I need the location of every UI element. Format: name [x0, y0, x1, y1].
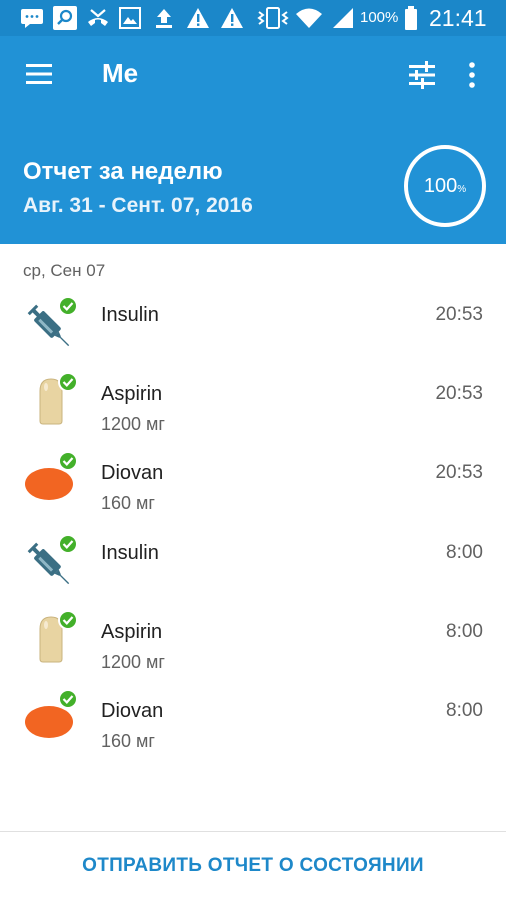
medication-dose: 160 мг [101, 493, 155, 513]
dose-time: 20:53 [435, 304, 483, 325]
medication-row[interactable]: Aspirin 1200 мг 8:00 [0, 610, 506, 691]
taken-check-icon [58, 372, 78, 392]
send-status-report-button[interactable]: ОТПРАВИТЬ ОТЧЕТ О СОСТОЯНИИ [0, 832, 506, 900]
page-title: Me [102, 58, 139, 88]
syringe-icon [22, 296, 80, 355]
syringe-icon [22, 534, 80, 593]
capsule-icon [22, 610, 80, 669]
medication-name: Insulin [101, 542, 159, 564]
medication-name: Aspirin [101, 383, 163, 405]
taken-check-icon [58, 610, 78, 630]
medication-dose: 1200 мг [101, 652, 165, 672]
menu-icon[interactable] [24, 62, 54, 86]
vibrate-icon [256, 5, 290, 31]
adherence-ring: 100% [404, 145, 486, 227]
medication-name: Diovan [101, 700, 164, 722]
taken-check-icon [58, 451, 78, 471]
date-header: ср, Сен 07 [23, 261, 106, 280]
warning-icon [186, 5, 210, 31]
filter-icon[interactable] [407, 60, 437, 90]
adherence-percent-unit: % [457, 183, 467, 195]
medication-dose: 1200 мг [101, 414, 165, 434]
missed-call-icon [86, 5, 110, 31]
wifi-icon [295, 5, 323, 31]
dose-time: 8:00 [446, 700, 483, 721]
adherence-percent: 100 [423, 174, 458, 197]
pill-icon [22, 689, 80, 748]
taken-check-icon [58, 296, 78, 316]
taken-check-icon [58, 534, 78, 554]
dose-time: 8:00 [446, 542, 483, 563]
status-bar: 100% 21:41 [0, 0, 506, 36]
clock: 21:41 [429, 5, 487, 31]
medication-name: Insulin [101, 304, 159, 326]
taken-check-icon [58, 689, 78, 709]
warning-icon [220, 5, 244, 31]
medication-row[interactable]: Aspirin 1200 мг 20:53 [0, 372, 506, 453]
dose-time: 20:53 [435, 462, 483, 483]
medication-name: Aspirin [101, 621, 163, 643]
weekly-report-card[interactable]: Отчет за неделю Авг. 31 - Сент. 07, 2016… [0, 114, 506, 244]
pill-icon [22, 451, 80, 510]
medication-row[interactable]: Diovan 160 мг 8:00 [0, 689, 506, 770]
capsule-icon [22, 372, 80, 431]
medication-row[interactable]: Insulin 20:53 [0, 294, 506, 374]
dose-time: 8:00 [446, 621, 483, 642]
image-icon [119, 5, 141, 31]
medication-row[interactable]: Diovan 160 мг 20:53 [0, 451, 506, 532]
battery-icon [404, 5, 418, 31]
medication-row[interactable]: Insulin 8:00 [0, 532, 506, 612]
message-icon [20, 5, 44, 31]
app-bar: Me [0, 36, 506, 114]
dose-time: 20:53 [435, 383, 483, 404]
report-title: Отчет за неделю [23, 158, 223, 185]
search-notification-icon [53, 5, 77, 31]
more-icon[interactable] [466, 61, 478, 91]
battery-percent: 100% [360, 9, 399, 26]
medication-name: Diovan [101, 462, 164, 484]
signal-icon [332, 5, 354, 31]
medication-dose: 160 мг [101, 731, 155, 751]
upload-icon [153, 5, 175, 31]
report-date-range: Авг. 31 - Сент. 07, 2016 [23, 194, 253, 217]
